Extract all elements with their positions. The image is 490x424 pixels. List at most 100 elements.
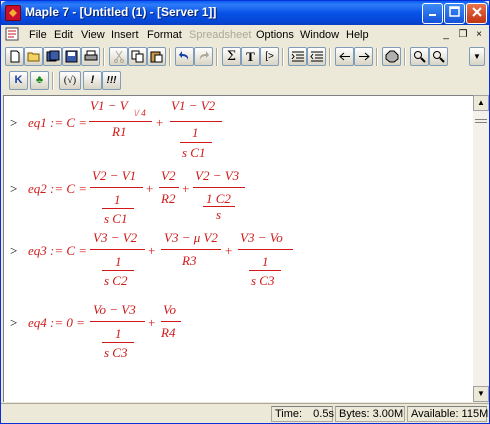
- toolbar2-execute-button[interactable]: !: [83, 71, 102, 90]
- eq3-lhs: eq3 := C =: [28, 243, 88, 258]
- eq2-fraction-bar-2: [159, 187, 179, 188]
- magnifier-plus-icon: [413, 51, 426, 63]
- eq4-inner-num: 1: [115, 326, 122, 341]
- menu-options[interactable]: Options: [256, 29, 294, 41]
- indent-button[interactable]: [288, 47, 307, 66]
- toolbar-separator: [404, 48, 406, 66]
- minimize-button[interactable]: [422, 3, 443, 24]
- close-button[interactable]: [466, 3, 487, 24]
- forward-button[interactable]: [354, 47, 373, 66]
- math-input-button[interactable]: Σ: [222, 47, 241, 66]
- input-prompt: >: [10, 181, 18, 196]
- menu-view[interactable]: View: [81, 29, 105, 41]
- eq1-num1: V1 − V: [90, 98, 128, 113]
- k-icon: K: [14, 74, 23, 86]
- status-time-value: 0.5s: [313, 408, 334, 420]
- stop-octagon-icon: [385, 50, 398, 63]
- back-button[interactable]: [335, 47, 354, 66]
- maximize-button[interactable]: [444, 3, 465, 24]
- toolbar-separator: [169, 48, 171, 66]
- stop-button[interactable]: [382, 47, 401, 66]
- maple-input-button[interactable]: [>: [260, 47, 279, 66]
- doc-close-icon[interactable]: ×: [472, 29, 486, 41]
- eq1-fraction-bar-2: [170, 121, 222, 122]
- save-button[interactable]: [62, 47, 81, 66]
- print-button[interactable]: [81, 47, 100, 66]
- save-disks-icon: [46, 50, 59, 62]
- eq3-plus-1: +: [148, 243, 156, 258]
- outdent-icon: [309, 51, 323, 62]
- eq4-plus: +: [148, 315, 156, 330]
- minimize-icon: [428, 14, 436, 16]
- outdent-button[interactable]: [307, 47, 326, 66]
- eq1-fraction-bar: [89, 121, 152, 122]
- eq3-den2: R3: [182, 253, 197, 268]
- menu-help[interactable]: Help: [346, 29, 369, 41]
- text-input-button[interactable]: T: [241, 47, 260, 66]
- arrow-right-icon: [358, 52, 370, 61]
- new-file-button[interactable]: [5, 47, 24, 66]
- maple-app-icon[interactable]: [5, 5, 21, 21]
- maple-leaf-icon: ♣: [35, 74, 44, 86]
- toolbar2-sqrt-button[interactable]: (√): [59, 71, 81, 90]
- sigma-icon: Σ: [226, 49, 237, 64]
- doc-restore-icon[interactable]: ❐: [456, 29, 470, 41]
- save-all-button[interactable]: [43, 47, 62, 66]
- vertical-scrollbar[interactable]: ▲ ▼: [473, 95, 489, 402]
- status-bytes: Bytes: 3.00M: [335, 406, 405, 422]
- toolbar2-execute-all-button[interactable]: !!!: [102, 71, 121, 90]
- eq3-inner-den-3: s C3: [251, 273, 275, 288]
- copy-button[interactable]: [128, 47, 147, 66]
- eq3-fraction-bar-3: [238, 249, 293, 250]
- eq2-plus-2: +: [182, 181, 190, 196]
- exclamation-icon: !: [90, 74, 95, 86]
- menu-edit[interactable]: Edit: [54, 29, 73, 41]
- sqrt-icon: (√): [63, 75, 77, 86]
- eq4-num1: Vo − V3: [93, 302, 136, 317]
- open-file-button[interactable]: [24, 47, 43, 66]
- worksheet-area[interactable]: > eq1 := C = V1 − V \/ 4 R1 + V1 − V2 1 …: [3, 95, 473, 402]
- scissors-icon: [113, 50, 124, 63]
- maple-window: Maple 7 - [Untitled (1) - [Server 1]] Fi…: [0, 0, 490, 424]
- zoom-out-button[interactable]: [429, 47, 448, 66]
- eq2-plus-1: +: [146, 181, 154, 196]
- menu-format[interactable]: Format: [147, 29, 182, 41]
- toolbar-separator: [216, 48, 218, 66]
- eq1-inner-den: s C1: [182, 145, 206, 160]
- doc-minimize-icon[interactable]: _: [439, 29, 453, 41]
- menu-file[interactable]: File: [29, 29, 47, 41]
- indent-icon: [291, 51, 304, 62]
- menu-insert[interactable]: Insert: [111, 29, 139, 41]
- eq2-inner-den: s C1: [104, 211, 128, 226]
- eq1-num2: V1 − V2: [171, 98, 216, 113]
- eq3-fraction-bar-2: [161, 249, 221, 250]
- input-prompt: >: [10, 315, 18, 330]
- arrow-down-icon: ▼: [477, 389, 485, 398]
- title-bar[interactable]: Maple 7 - [Untitled (1) - [Server 1]]: [1, 1, 489, 25]
- undo-icon: [179, 51, 189, 60]
- toolbar-separator: [52, 72, 54, 90]
- document-menu-icon[interactable]: [5, 27, 19, 41]
- cut-button[interactable]: [109, 47, 128, 66]
- paste-button[interactable]: [147, 47, 166, 66]
- eq2-fraction-bar-3: [193, 187, 245, 188]
- toolbar-overflow-button[interactable]: ▼: [469, 47, 485, 66]
- menu-spreadsheet[interactable]: Spreadsheet: [189, 29, 251, 41]
- eq2-inner-bar: [102, 208, 134, 209]
- eq1-num1-sub: \/ 4: [134, 108, 146, 118]
- scroll-up-button[interactable]: ▲: [473, 95, 489, 111]
- undo-button[interactable]: [175, 47, 194, 66]
- redo-button[interactable]: [194, 47, 213, 66]
- eq3-num3: V3 − Vo: [240, 230, 283, 245]
- toolbar2-leaf-button[interactable]: ♣: [30, 71, 49, 90]
- zoom-in-button[interactable]: [410, 47, 429, 66]
- eq4-den2: R4: [161, 325, 176, 340]
- toolbar2-k-button[interactable]: K: [9, 71, 28, 90]
- scroll-down-button[interactable]: ▼: [473, 386, 489, 402]
- menu-bar: File Edit View Insert Format Spreadsheet…: [1, 25, 489, 45]
- magnifier-minus-icon: [432, 51, 445, 63]
- eq3-inner-num: 1: [115, 254, 122, 269]
- menu-window[interactable]: Window: [300, 29, 339, 41]
- context-toolbar: K ♣ (√) ! !!!: [1, 69, 489, 93]
- scroll-position-marker[interactable]: [475, 119, 487, 123]
